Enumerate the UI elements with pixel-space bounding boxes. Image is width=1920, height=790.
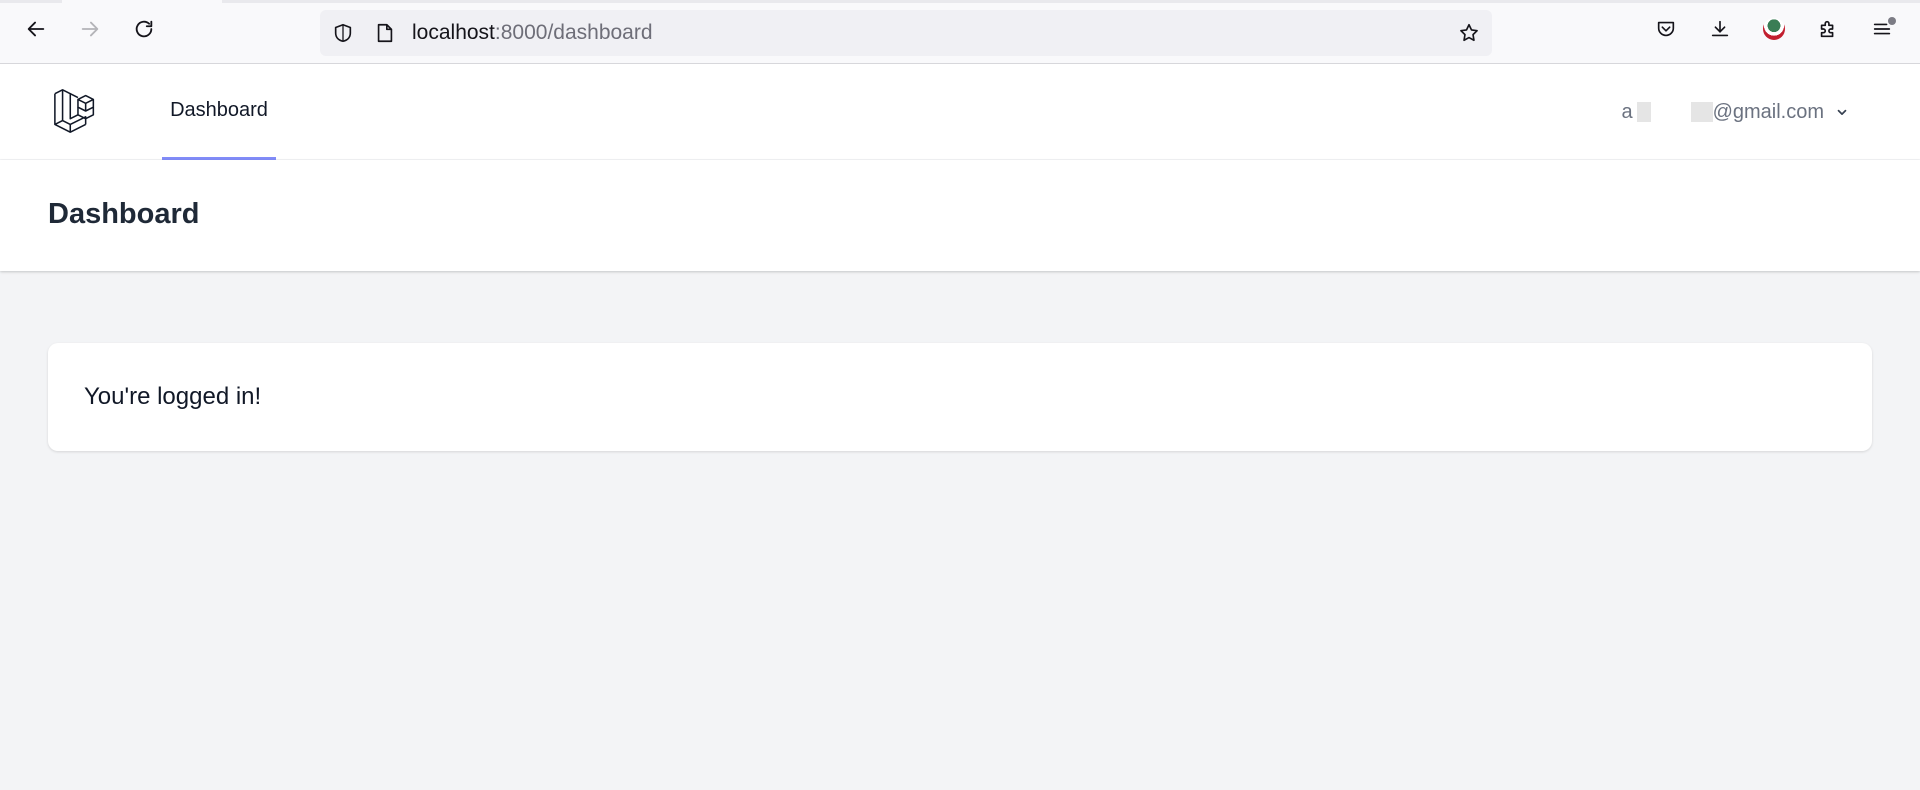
nav-link-dashboard[interactable]: Dashboard [162, 64, 276, 160]
downloads-button[interactable] [1704, 13, 1736, 45]
chevron-down-icon [1834, 104, 1850, 120]
update-badge [1888, 17, 1896, 25]
puzzle-piece-icon [1820, 20, 1834, 38]
page-info-icon[interactable] [372, 20, 398, 46]
app-menu-button[interactable] [1866, 13, 1898, 45]
user-menu-trigger[interactable]: a @gmail.com [1621, 94, 1850, 130]
pocket-button[interactable] [1650, 13, 1682, 45]
user-email: a @gmail.com [1621, 101, 1824, 124]
back-button[interactable] [20, 13, 52, 45]
login-status-message: You're logged in! [84, 383, 262, 410]
reload-button[interactable] [128, 13, 160, 45]
bookmark-star-icon[interactable] [1456, 20, 1482, 46]
redacted-block [1690, 102, 1713, 123]
app-navbar: Dashboard a @gmail.com [0, 64, 1920, 160]
status-card: You're logged in! [48, 343, 1872, 451]
account-avatar-button[interactable] [1758, 13, 1790, 45]
url-text[interactable]: localhost:8000/dashboard [412, 22, 653, 44]
redacted-block [1636, 102, 1651, 123]
user-email-prefix: a [1621, 100, 1633, 123]
tab-strip [0, 0, 1920, 3]
active-tab[interactable] [62, 0, 222, 3]
download-icon [1711, 20, 1729, 37]
reload-icon [135, 20, 153, 38]
back-arrow-icon [27, 21, 45, 37]
url-bar[interactable]: localhost:8000/dashboard [320, 10, 1492, 56]
extensions-button[interactable] [1812, 13, 1844, 45]
laravel-logo-icon[interactable] [52, 86, 102, 136]
profile-avatar-icon [1763, 18, 1785, 40]
url-host: localhost [412, 21, 495, 44]
tracking-protection-shield-icon[interactable] [330, 20, 356, 46]
user-email-domain: @gmail.com [1712, 100, 1824, 123]
page-title: Dashboard [48, 198, 200, 230]
url-path: :8000/dashboard [494, 21, 653, 44]
pocket-icon [1657, 21, 1675, 37]
forward-button[interactable] [74, 13, 106, 45]
forward-arrow-icon [81, 21, 99, 37]
browser-toolbar: localhost:8000/dashboard [0, 0, 1920, 64]
page-header: Dashboard [0, 160, 1920, 271]
